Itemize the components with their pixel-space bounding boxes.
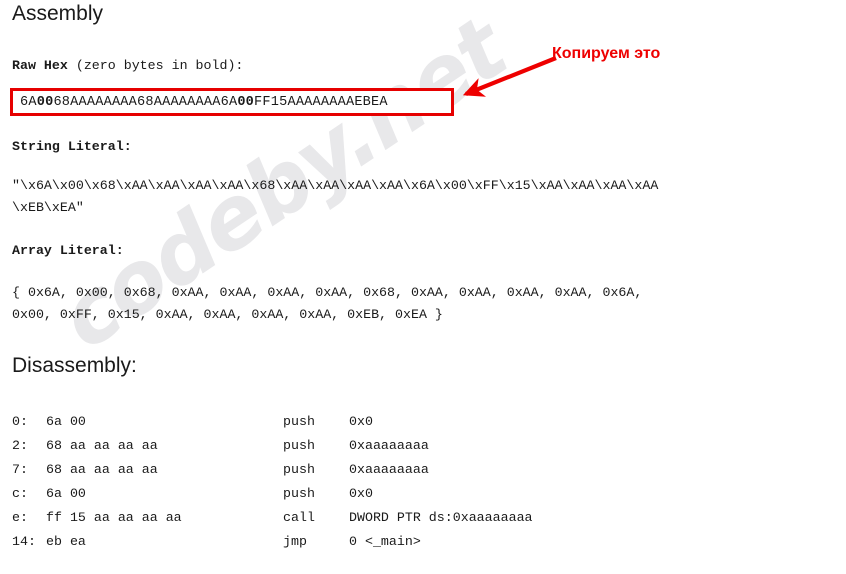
disasm-bytes: 68 aa aa aa aa [46, 462, 158, 477]
disasm-mnemonic: push [283, 486, 315, 501]
raw-hex-label-note: (zero bytes in bold): [67, 58, 244, 73]
string-literal-label: String Literal: [12, 139, 132, 154]
watermark: codeby.net [42, 0, 710, 408]
string-literal-line-2: \xEB\xEA" [12, 200, 84, 215]
disassembly-row: e: ff 15 aa aa aa aa call DWORD PTR ds:0xaa… [12, 506, 533, 530]
raw-hex-zero-byte: 00 [36, 95, 54, 110]
disasm-operands: 0x0 [349, 486, 373, 501]
raw-hex-value[interactable]: 6A0068AAAAAAAA68AAAAAAAA6A00FF15AAAAAAAA… [20, 95, 388, 110]
disasm-bytes: 6a 00 [46, 486, 86, 501]
disasm-operands: 0xaaaaaaaa [349, 462, 429, 477]
disasm-mnemonic: jmp [283, 534, 307, 549]
disassembly-table: 0: 6a 00 push 0x0 2: 68 aa aa aa aa push 0xaaaa… [12, 410, 533, 554]
raw-hex-box[interactable]: 6A0068AAAAAAAA68AAAAAAAA6A00FF15AAAAAAAA… [10, 88, 454, 116]
disasm-address: 0: [12, 414, 28, 429]
disasm-mnemonic: push [283, 414, 315, 429]
disasm-address: 14: [12, 534, 36, 549]
disasm-operands: 0xaaaaaaaa [349, 438, 429, 453]
disasm-bytes: 6a 00 [46, 414, 86, 429]
disasm-bytes: ff 15 aa aa aa aa [46, 510, 182, 525]
disasm-mnemonic: push [283, 438, 315, 453]
disasm-address: e: [12, 510, 28, 525]
disassembly-row: 2: 68 aa aa aa aa push 0xaaaaaaaa [12, 434, 533, 458]
page-title: Assembly [12, 2, 104, 25]
disasm-mnemonic: call [283, 510, 315, 525]
disasm-address: 2: [12, 438, 28, 453]
raw-hex-zero-byte: 00 [237, 95, 255, 110]
disassembly-row: 7: 68 aa aa aa aa push 0xaaaaaaaa [12, 458, 533, 482]
raw-hex-label-strong: Raw Hex [12, 58, 68, 73]
disassembly-heading: Disassembly: [12, 354, 137, 377]
raw-hex-segment: 6A [20, 95, 37, 110]
disasm-operands: 0x0 [349, 414, 373, 429]
disasm-bytes: eb ea [46, 534, 86, 549]
disasm-address: c: [12, 486, 28, 501]
disasm-bytes: 68 aa aa aa aa [46, 438, 158, 453]
disassembly-row: 14: eb ea jmp 0 <_main> [12, 530, 533, 554]
raw-hex-segment: 68AAAAAAAA68AAAAAAAA6A [53, 95, 238, 110]
array-literal-label: Array Literal: [12, 243, 124, 258]
disassembly-table-body: 0: 6a 00 push 0x0 2: 68 aa aa aa aa push 0xaaaa… [12, 410, 533, 554]
disassembly-row: 0: 6a 00 push 0x0 [12, 410, 533, 434]
array-literal-line-1: { 0x6A, 0x00, 0x68, 0xAA, 0xAA, 0xAA, 0x… [12, 285, 643, 300]
annotation-arrow-icon [462, 56, 557, 97]
raw-hex-segment: FF15AAAAAAAAEBEA [254, 95, 388, 110]
disasm-address: 7: [12, 462, 28, 477]
disasm-mnemonic: push [283, 462, 315, 477]
raw-hex-label: Raw Hex (zero bytes in bold): [12, 58, 243, 73]
disasm-operands: 0 <_main> [349, 534, 421, 549]
disassembly-row: c: 6a 00 push 0x0 [12, 482, 533, 506]
string-literal-line-1: "\x6A\x00\x68\xAA\xAA\xAA\xAA\x68\xAA\xA… [12, 178, 659, 193]
disasm-operands: DWORD PTR ds:0xaaaaaaaa [349, 510, 533, 525]
array-literal-line-2: 0x00, 0xFF, 0x15, 0xAA, 0xAA, 0xAA, 0xAA… [12, 307, 443, 322]
